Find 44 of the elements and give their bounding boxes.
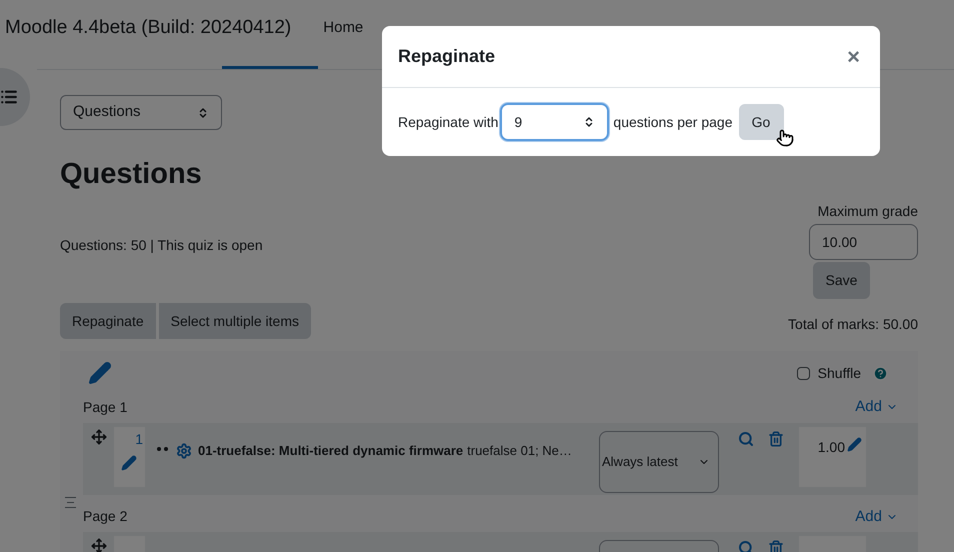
save-button[interactable]: Save <box>813 262 870 299</box>
dialog-text: questions per page <box>613 112 732 132</box>
shuffle-label: Shuffle <box>818 364 861 383</box>
dialog-text: Repaginate with <box>398 112 498 132</box>
page-label: Page 1 <box>83 398 128 417</box>
drag-dots-icon <box>157 446 168 450</box>
trash-icon[interactable] <box>768 540 784 552</box>
move-icon[interactable] <box>91 428 107 444</box>
mark-value[interactable]: 1.00 <box>818 436 845 458</box>
edit-icon[interactable] <box>121 454 137 470</box>
grade-field[interactable]: 10.00 <box>809 224 918 260</box>
go-button[interactable]: Go <box>738 104 784 140</box>
edit-icon[interactable] <box>847 436 862 452</box>
total-marks: Total of marks: 50.00 <box>788 315 918 334</box>
pointer-icon <box>776 129 794 147</box>
question-number: 1 <box>135 430 143 446</box>
section-select[interactable]: Questions <box>60 95 222 130</box>
add-link[interactable]: Add <box>855 506 898 528</box>
shuffle-checkbox[interactable] <box>796 367 810 380</box>
gear-icon[interactable] <box>176 442 192 458</box>
page-break-icon[interactable] <box>65 496 76 508</box>
help-icon[interactable] <box>873 366 888 381</box>
question-text: truefalse 01; Ne… <box>467 442 572 460</box>
close-button[interactable]: × <box>847 46 860 68</box>
version-select[interactable]: Always latest <box>599 430 719 492</box>
page-heading: Questions <box>60 157 203 192</box>
site-name[interactable]: Moodle 4.4beta (Build: 20240412) <box>5 14 292 42</box>
field-label: Maximum grade <box>818 202 918 221</box>
move-icon[interactable] <box>91 538 107 552</box>
add-link[interactable]: Add <box>855 396 898 418</box>
question-title[interactable]: 01-truefalse: Multi-tiered dynamic firmware <box>198 440 464 460</box>
per-page-select[interactable]: 9 <box>500 103 610 141</box>
edit-icon[interactable] <box>88 361 112 385</box>
action-button[interactable]: Repaginate <box>60 303 156 339</box>
trash-icon[interactable] <box>768 430 784 446</box>
search-icon[interactable] <box>738 430 754 446</box>
search-icon[interactable] <box>738 540 754 552</box>
nav-link[interactable]: Home <box>323 16 364 40</box>
list-icon <box>0 88 18 106</box>
page-label: Page 2 <box>83 507 128 526</box>
quiz-info: Questions: 50 | This quiz is open <box>60 236 263 255</box>
dialog-title: Repaginate <box>398 45 496 68</box>
action-button[interactable]: Select multiple items <box>158 303 312 339</box>
up-down-icon <box>197 106 209 118</box>
